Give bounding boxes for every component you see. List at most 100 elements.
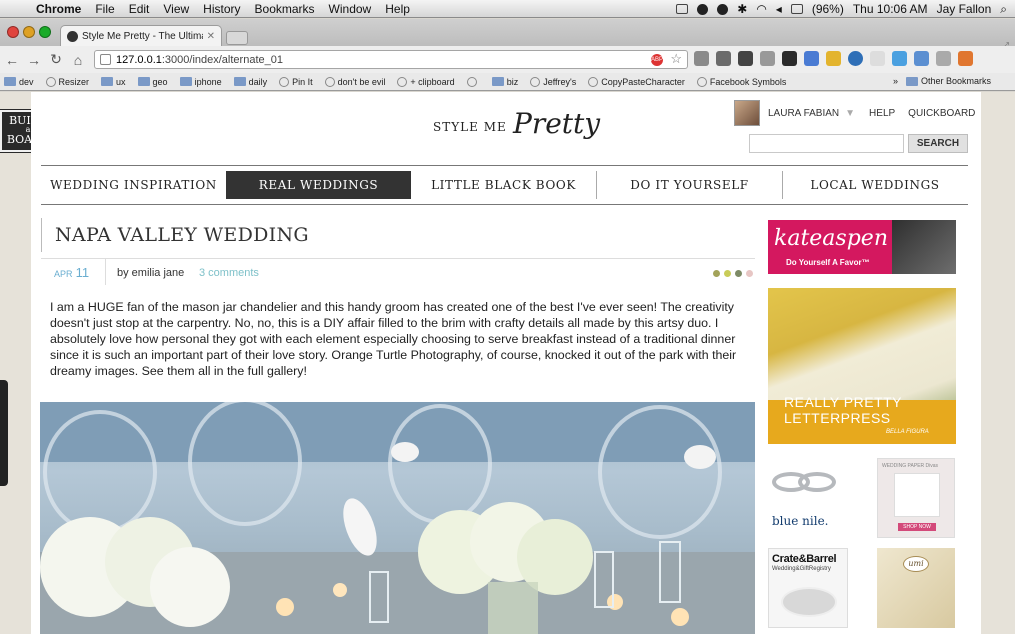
nav-do-it-yourself[interactable]: DO IT YOURSELF <box>597 171 782 199</box>
extension-gear-icon[interactable] <box>694 51 709 66</box>
extension-wand-icon[interactable] <box>716 51 731 66</box>
menu-app-name[interactable]: Chrome <box>36 2 81 16</box>
window-minimize-button[interactable] <box>23 26 35 38</box>
bookmark-label: Jeffrey's <box>543 76 577 87</box>
volume-icon[interactable]: ◂ <box>776 2 782 16</box>
menubar-clock[interactable]: Thu 10:06 AM <box>853 2 928 16</box>
wifi-icon[interactable]: ◠ <box>756 2 766 16</box>
ad-bella-figura[interactable]: REALLY PRETTY LETTERPRESS BELLA FIGURA <box>768 288 956 444</box>
user-name[interactable]: LAURA FABIAN <box>768 108 839 119</box>
help-link[interactable]: HELP <box>869 108 895 119</box>
bookmark-label: geo <box>152 76 168 87</box>
cloud-icon[interactable] <box>697 3 709 15</box>
bookmark-item[interactable]: Pin It <box>279 76 313 87</box>
ad-blue-nile[interactable]: blue nile. <box>768 458 848 538</box>
nav-real-weddings[interactable]: REAL WEDDINGS <box>226 171 411 199</box>
extension-function-icon[interactable] <box>870 51 885 66</box>
reload-icon[interactable]: ↻ <box>46 51 66 68</box>
bookmark-item[interactable]: CopyPasteCharacter <box>588 76 685 87</box>
page-viewport: BUILD a BOARD STYLE ME Pretty LAURA FABI… <box>0 92 1015 634</box>
new-tab-button[interactable] <box>226 31 248 45</box>
bookmark-item[interactable]: ux <box>101 77 126 87</box>
menu-history[interactable]: History <box>203 2 240 16</box>
side-drawer-handle[interactable] <box>0 380 8 486</box>
forward-arrow-icon[interactable]: → <box>24 52 44 68</box>
quickboard-link[interactable]: QUICKBOARD <box>908 108 975 119</box>
menu-help[interactable]: Help <box>385 2 410 16</box>
bookmark-item[interactable]: dev <box>4 77 34 87</box>
back-arrow-icon[interactable]: ← <box>2 52 22 68</box>
adblock-icon[interactable]: ABP <box>651 54 663 66</box>
bookmark-item[interactable]: biz <box>491 77 518 87</box>
article-title[interactable]: NAPA VALLEY WEDDING <box>41 218 755 252</box>
article-hero-photo[interactable] <box>40 402 755 634</box>
ad-wp-shop-button[interactable]: SHOP NOW <box>898 523 936 531</box>
palette-swatch[interactable] <box>724 270 731 277</box>
menu-file[interactable]: File <box>95 2 114 16</box>
extension-chat-icon[interactable] <box>892 51 907 66</box>
extension-circle-icon[interactable] <box>848 51 863 66</box>
menubar-status-area: ✱ ◠ ◂ (96%) Thu 10:06 AM Jay Fallon ⌕ <box>676 0 1007 18</box>
spotlight-search-icon[interactable]: ⌕ <box>1000 2 1007 17</box>
menu-view[interactable]: View <box>163 2 189 16</box>
nav-little-black-book[interactable]: LITTLE BLACK BOOK <box>411 171 596 199</box>
extension-arrow-icon[interactable] <box>936 51 951 66</box>
bookmark-item[interactable] <box>466 76 480 87</box>
search-input[interactable] <box>749 134 904 153</box>
bookmark-item[interactable]: don't be evil <box>324 76 385 87</box>
extension-stats-icon[interactable] <box>804 51 819 66</box>
globe-icon <box>696 76 707 87</box>
address-bar[interactable]: 127.0.0.1 :3000/index/alternate_01 ABP ☆ <box>94 50 688 69</box>
menubar-user[interactable]: Jay Fallon <box>937 2 992 16</box>
extension-window-icon[interactable] <box>914 51 929 66</box>
ad-invitation[interactable]: umi <box>877 548 955 628</box>
avatar[interactable] <box>734 100 760 126</box>
window-tiles-icon[interactable] <box>676 4 689 14</box>
article-author[interactable]: by emilia jane <box>117 267 184 279</box>
extension-cube-icon[interactable] <box>826 51 841 66</box>
menu-edit[interactable]: Edit <box>129 2 150 16</box>
battery-percent: (96%) <box>811 2 844 16</box>
other-bookmarks-button[interactable]: Other Bookmarks <box>905 76 991 86</box>
palette-swatch[interactable] <box>713 270 720 277</box>
comments-link[interactable]: 3 comments <box>199 267 259 279</box>
globe-icon <box>397 76 408 87</box>
bookmark-item[interactable]: + clipboard <box>397 76 455 87</box>
bookmark-item[interactable]: Facebook Symbols <box>696 76 786 87</box>
wrench-menu-icon[interactable] <box>958 51 973 66</box>
bookmark-item[interactable]: geo <box>137 76 168 87</box>
palette-swatch[interactable] <box>746 270 753 277</box>
window-close-button[interactable] <box>7 26 19 38</box>
extension-screenshot-icon[interactable] <box>738 51 753 66</box>
browser-tab-active[interactable]: Style Me Pretty - The Ultimat ✕ <box>60 25 222 46</box>
extension-eye-icon[interactable] <box>760 51 775 66</box>
timer-icon[interactable] <box>717 3 729 15</box>
ad-kate-aspen[interactable]: kateaspen Do Yourself A Favor™ <box>768 220 956 274</box>
menu-window[interactable]: Window <box>329 2 372 16</box>
ad-crate-and-barrel[interactable]: Crate&Barrel Wedding&GiftRegistry <box>768 548 848 628</box>
palette-swatch[interactable] <box>735 270 742 277</box>
reception-table-photo <box>40 402 755 634</box>
extension-pen-icon[interactable] <box>782 51 797 66</box>
nav-local-weddings[interactable]: LOCAL WEDDINGS <box>783 171 967 199</box>
bookmark-item[interactable]: Resizer <box>45 76 89 87</box>
menu-bookmarks[interactable]: Bookmarks <box>255 2 315 16</box>
chevron-down-icon[interactable]: ▼ <box>845 108 855 119</box>
bookmark-item[interactable]: iphone <box>179 77 222 87</box>
ad-wedding-paper-divas[interactable]: WEDDING PAPER Divas SHOP NOW <box>877 458 955 538</box>
tab-close-icon[interactable]: ✕ <box>207 31 215 42</box>
globe-icon <box>466 76 477 87</box>
site-logo[interactable]: STYLE ME Pretty <box>431 107 600 144</box>
window-zoom-button[interactable] <box>39 26 51 38</box>
bookmark-star-icon[interactable]: ☆ <box>670 51 682 67</box>
battery-icon[interactable] <box>790 4 803 14</box>
bookmark-item[interactable]: Jeffrey's <box>530 76 577 87</box>
nav-wedding-inspiration[interactable]: WEDDING INSPIRATION <box>41 171 226 199</box>
page-info-icon[interactable] <box>100 54 111 65</box>
bookmark-item[interactable]: daily <box>233 77 267 87</box>
bluetooth-icon[interactable]: ✱ <box>737 2 747 16</box>
home-icon[interactable]: ⌂ <box>68 52 88 68</box>
search-button[interactable]: SEARCH <box>908 134 968 153</box>
bookmark-label: dev <box>19 76 34 87</box>
bookmarks-overflow-button[interactable]: » <box>893 76 898 86</box>
